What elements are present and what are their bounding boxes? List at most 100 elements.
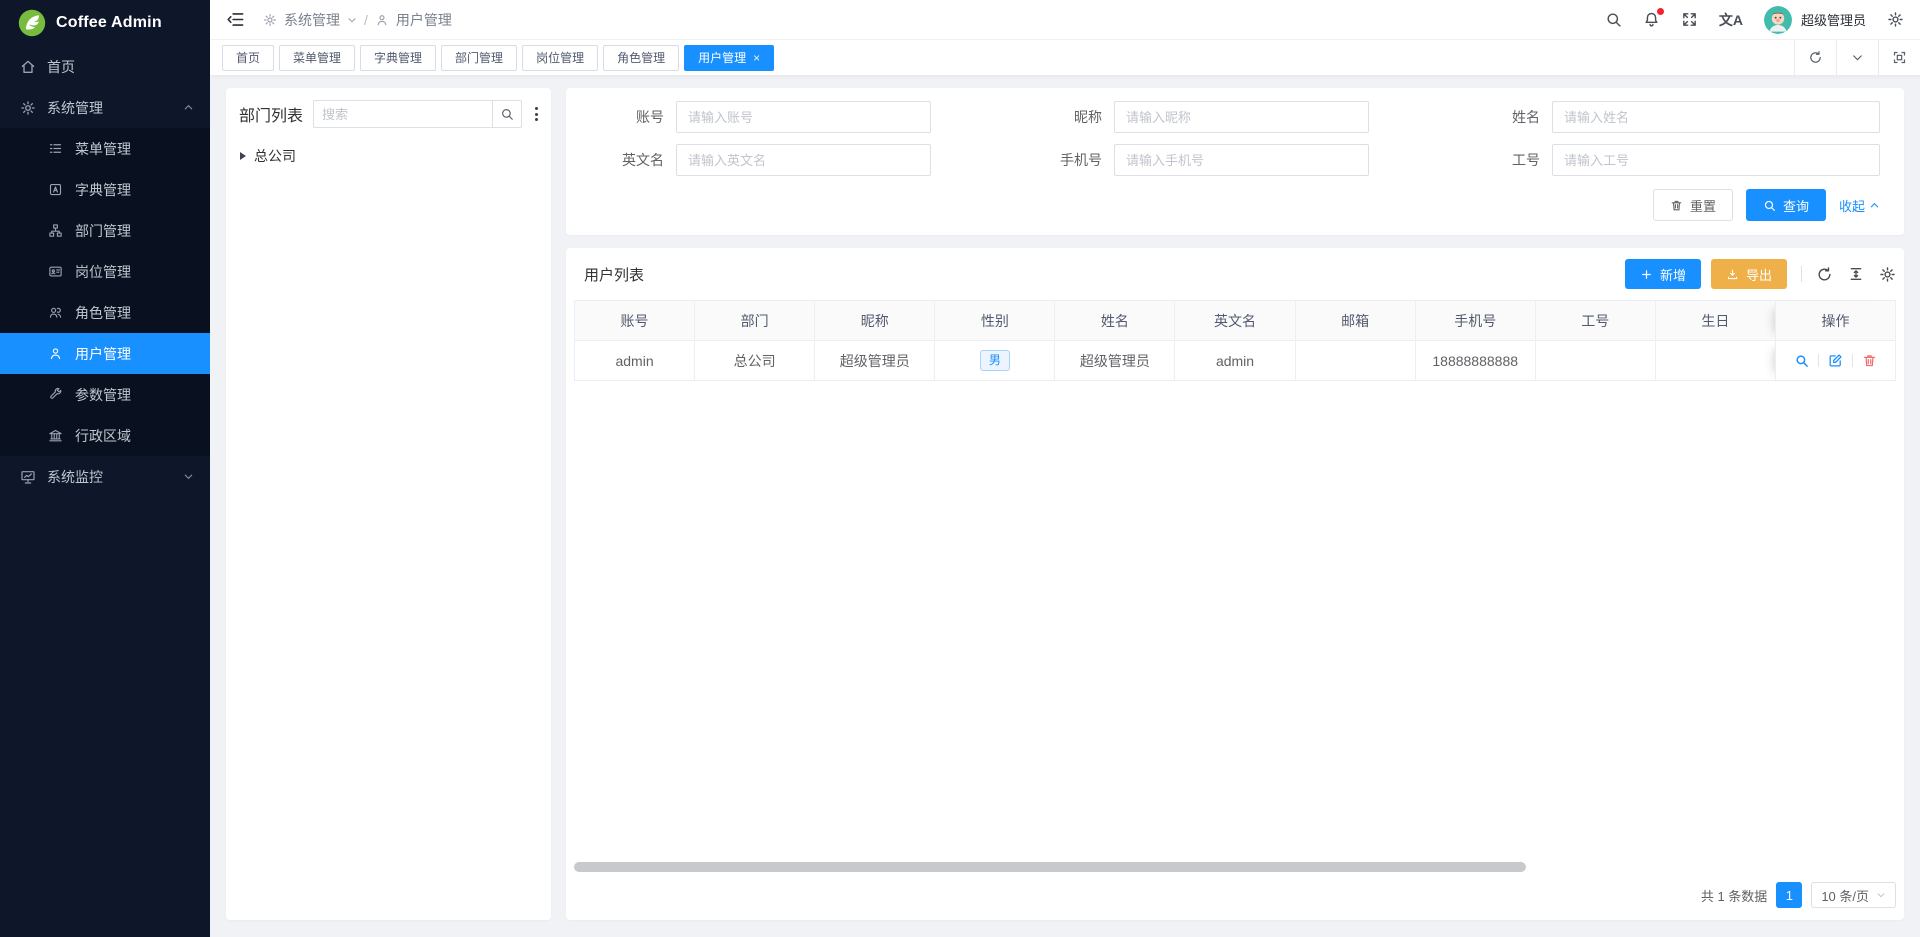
cell-job-no [1535,341,1655,381]
sidebar-item-label: 系统监控 [47,467,103,487]
reset-button[interactable]: 重置 [1653,189,1733,221]
collapse-link[interactable]: 收起 [1839,196,1880,215]
tab-controls [1794,40,1920,75]
tab-user-mgmt[interactable]: 用户管理 × [684,45,774,71]
field-label: 手机号 [1016,150,1114,170]
tab-post-mgmt[interactable]: 岗位管理 [522,45,598,71]
username: 超级管理员 [1801,10,1866,29]
sidebar-item-home[interactable]: 首页 [0,46,210,87]
field-label: 账号 [578,107,676,127]
field-label: 姓名 [1454,107,1552,127]
gear-icon[interactable] [1887,11,1904,28]
sidebar-item-dept-mgmt[interactable]: 部门管理 [0,210,210,251]
caret-right-icon[interactable] [240,152,246,160]
tree-item-label: 总公司 [254,146,296,166]
translate-icon[interactable]: 文A [1719,10,1743,30]
people-icon [48,305,64,321]
sidebar-item-system-mgmt[interactable]: 系统管理 [0,87,210,128]
user-menu[interactable]: 超级管理员 [1764,6,1866,34]
bank-icon [48,428,64,444]
tab-dict-mgmt[interactable]: 字典管理 [360,45,436,71]
column-header: 性别 [935,301,1055,341]
page-button-1[interactable]: 1 [1776,882,1802,908]
fullscreen-icon[interactable] [1681,11,1698,28]
app-logo[interactable]: Coffee Admin [0,0,210,46]
tabbar: 首页 菜单管理 字典管理 部门管理 岗位管理 角色管理 用户管理 × [210,40,1920,76]
column-header: 部门 [695,301,815,341]
sidebar-item-label: 字典管理 [75,180,131,200]
avatar [1764,6,1792,34]
search-icon[interactable] [492,100,522,128]
more-options-icon[interactable] [532,103,541,125]
pagination: 共 1 条数据 1 10 条/页 [574,875,1896,920]
tab-menu-mgmt[interactable]: 菜单管理 [279,45,355,71]
name-input[interactable] [1552,101,1880,133]
tab-close-icon[interactable]: × [753,52,760,64]
field-phone: 手机号 [1016,144,1454,176]
row-height-icon[interactable] [1848,266,1864,282]
column-header: 工号 [1535,301,1655,341]
refresh-icon[interactable] [1794,40,1836,75]
sidebar: Coffee Admin 首页 系统管理 菜单管理 字典管理 [0,0,210,937]
delete-icon[interactable] [1862,353,1877,368]
tab-role-mgmt[interactable]: 角色管理 [603,45,679,71]
tree-item-company[interactable]: 总公司 [226,138,551,166]
id-card-icon [48,264,64,280]
app-title: Coffee Admin [56,14,162,32]
department-search-group [313,100,522,128]
sidebar-item-dict-mgmt[interactable]: 字典管理 [0,169,210,210]
edit-icon[interactable] [1828,353,1843,368]
column-header: 手机号 [1415,301,1535,341]
export-button[interactable]: 导出 [1711,259,1787,289]
gear-icon [263,13,277,27]
sidebar-item-post-mgmt[interactable]: 岗位管理 [0,251,210,292]
sidebar-item-param-mgmt[interactable]: 参数管理 [0,374,210,415]
department-panel-header: 部门列表 [226,88,551,138]
scrollbar-thumb[interactable] [574,862,1526,872]
list-icon [48,141,64,157]
breadcrumb-separator: / [364,12,368,28]
breadcrumb-parent[interactable]: 系统管理 [284,10,340,30]
bell-icon[interactable] [1643,11,1660,28]
form-actions: 重置 查询 收起 [578,189,1892,221]
menu-fold-icon[interactable] [226,10,245,29]
field-name: 姓名 [1454,101,1892,133]
column-header: 英文名 [1175,301,1295,341]
search-icon[interactable] [1605,11,1622,28]
sidebar-item-system-monitor[interactable]: 系统监控 [0,456,210,497]
sidebar-item-menu-mgmt[interactable]: 菜单管理 [0,128,210,169]
sidebar-item-user-mgmt[interactable]: 用户管理 [0,333,210,374]
sidebar-submenu: 菜单管理 字典管理 部门管理 岗位管理 角色管理 用户管理 [0,128,210,456]
job-no-input[interactable] [1552,144,1880,176]
cell-account: admin [575,341,695,381]
chevron-down-icon[interactable] [1836,40,1878,75]
user-table: 账号 部门 昵称 性别 姓名 英文名 邮箱 手机号 工号 生日 操作 [574,300,1896,381]
account-input[interactable] [676,101,931,133]
field-label: 工号 [1454,150,1552,170]
nickname-input[interactable] [1114,101,1369,133]
en-name-input[interactable] [676,144,931,176]
add-user-button[interactable]: 新增 [1625,259,1701,289]
tab-dept-mgmt[interactable]: 部门管理 [441,45,517,71]
cell-birthday [1655,341,1775,381]
notification-dot [1657,8,1664,15]
cell-name: 超级管理员 [1055,341,1175,381]
column-header: 姓名 [1055,301,1175,341]
gear-icon[interactable] [1879,266,1896,283]
view-icon[interactable] [1794,353,1809,368]
chevron-down-icon [347,15,357,25]
field-en-name: 英文名 [578,144,1016,176]
cell-actions [1776,341,1896,381]
refresh-icon[interactable] [1816,266,1833,283]
phone-input[interactable] [1114,144,1369,176]
gear-icon [20,100,36,116]
sidebar-item-region-mgmt[interactable]: 行政区域 [0,415,210,456]
query-button[interactable]: 查询 [1746,189,1826,221]
department-search-input[interactable] [313,100,492,128]
column-header-actions: 操作 [1776,301,1896,341]
sidebar-item-label: 用户管理 [75,344,131,364]
page-size-select[interactable]: 10 条/页 [1811,882,1896,908]
expand-icon[interactable] [1878,40,1920,75]
sidebar-item-role-mgmt[interactable]: 角色管理 [0,292,210,333]
tab-home[interactable]: 首页 [222,45,274,71]
